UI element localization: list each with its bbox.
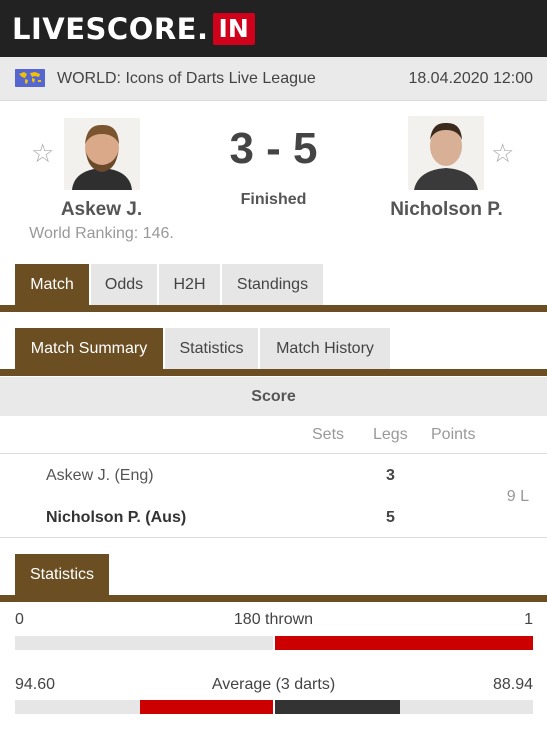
top-bar: LIVESCORE. IN [0,0,547,57]
league-bar: WORLD: Icons of Darts Live League 18.04.… [0,57,547,101]
logo-badge: IN [212,13,255,45]
score-points: 9 L [506,488,529,505]
stat-average-away-value: 88.94 [492,676,533,693]
column-legs: Legs [373,426,408,443]
tab-match-history[interactable]: Match History [260,328,390,369]
score-row-away-legs: 5 [386,509,395,526]
tab-match-summary[interactable]: Match Summary [15,328,163,369]
away-player-avatar [408,116,484,190]
statistics-underline [0,595,547,602]
tab-match[interactable]: Match [15,264,89,305]
main-tabs: Match Odds H2H Standings [0,264,547,305]
score-row-home-player: Askew J. (Eng) [46,467,154,484]
column-sets: Sets [312,426,345,443]
tab-odds[interactable]: Odds [91,264,157,305]
score-bottom-divider [0,537,547,538]
tab-standings[interactable]: Standings [222,264,323,305]
statistics-header: Statistics [0,554,547,595]
stat-average-home-bar [140,700,273,714]
stat-average-label: Average (3 darts) [211,676,336,693]
tab-statistics[interactable]: Statistics [165,328,258,369]
sub-tabs: Match Summary Statistics Match History [0,328,547,369]
sub-tabs-underline [0,369,547,376]
stat-180-label: 180 thrown [233,611,314,628]
league-name[interactable]: WORLD: Icons of Darts Live League [57,70,316,88]
statistics-section-tab[interactable]: Statistics [15,554,109,595]
score-row-home-legs: 3 [386,467,395,484]
column-points: Points [431,426,476,443]
site-logo[interactable]: LIVESCORE. IN [12,13,255,45]
away-favorite-star-icon[interactable]: ☆ [491,140,514,166]
stat-180-home-bar-track [15,636,273,650]
stat-180-away-bar [275,636,533,650]
score-section-title: Score [0,377,547,416]
away-player-name[interactable]: Nicholson P. [345,199,547,221]
logo-text: LIVESCORE. [12,12,209,46]
home-player-ranking: World Ranking: 146. [29,225,174,242]
main-tabs-underline [0,305,547,312]
tab-h2h[interactable]: H2H [159,264,220,305]
match-datetime: 18.04.2020 12:00 [408,70,533,87]
world-flag-icon [15,69,45,87]
score-header-divider [0,453,547,454]
stat-180-away-value: 1 [524,611,533,628]
score-row-away-player: Nicholson P. (Aus) [46,509,187,526]
stat-average-away-bar [275,700,400,714]
